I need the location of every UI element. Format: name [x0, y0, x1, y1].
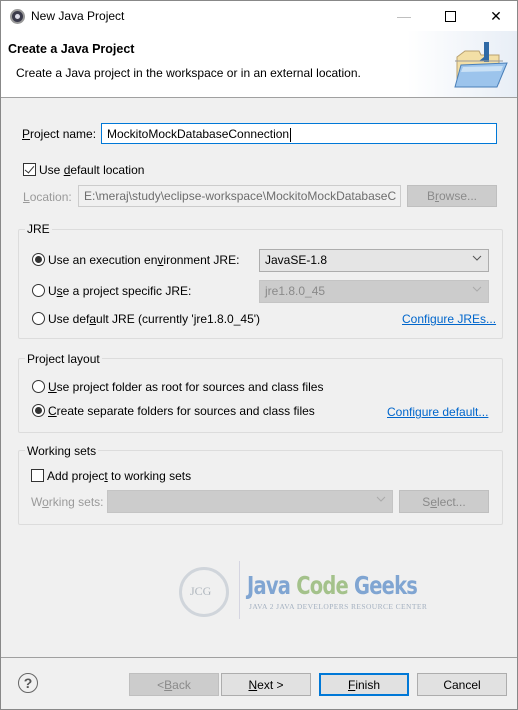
location-input[interactable]: E:\meraj\study\eclipse-workspace\Mockito… — [78, 185, 401, 207]
project-jre-select[interactable]: jre1.8.0_45 — [259, 280, 489, 303]
configure-jres-link[interactable]: Configure JREs... — [402, 312, 496, 326]
help-icon[interactable]: ? — [18, 673, 38, 693]
browse-button[interactable]: Br owse... — [407, 185, 497, 207]
layout-project-root-label[interactable]: Use project folder as root for sources a… — [48, 380, 323, 394]
jre-group-label: JRE — [25, 222, 52, 236]
jcg-initials: JCG — [190, 584, 212, 598]
project-layout-group-label: Project layout — [25, 352, 102, 366]
wizard-header: Create a Java Project Create a Java proj… — [1, 31, 517, 98]
maximize-icon — [444, 10, 456, 22]
eclipse-icon — [10, 9, 25, 24]
minimize-button[interactable]: — — [381, 1, 427, 31]
execution-env-select[interactable]: JavaSE-1.8 — [259, 249, 489, 272]
jre-project-specific-radio[interactable] — [32, 284, 45, 297]
text-caret — [290, 127, 292, 142]
add-to-working-sets-label[interactable]: Add project to working sets — [47, 469, 191, 483]
logo-wordmark: Java Code Geeks — [247, 571, 418, 600]
project-layout-group — [18, 358, 503, 433]
use-default-location-checkbox[interactable] — [23, 163, 36, 176]
working-sets-group — [18, 450, 503, 525]
jre-default-radio[interactable] — [32, 312, 45, 325]
layout-separate-folders-label[interactable]: Create separate folders for sources and … — [48, 404, 315, 418]
working-sets-label: Working sets: — [31, 495, 104, 509]
logo-tagline: JAVA 2 JAVA DEVELOPERS RESOURCE CENTER — [249, 602, 428, 611]
layout-project-root-radio[interactable] — [32, 380, 45, 393]
footer-divider — [1, 657, 517, 658]
location-label: Location: — [23, 190, 72, 204]
java-project-folder-icon — [454, 42, 508, 88]
project-name-label: Project name: — [22, 127, 97, 141]
logo-divider — [239, 561, 240, 619]
title-bar: New Java Project — ✕ — [1, 1, 517, 31]
jre-default-label[interactable]: Use default JRE (currently 'jre1.8.0_45'… — [48, 312, 260, 326]
use-default-location-label[interactable]: Use default location — [39, 163, 144, 177]
cancel-button[interactable]: Cancel — [417, 673, 507, 696]
layout-separate-folders-radio[interactable] — [32, 404, 45, 417]
select-working-sets-button[interactable]: Se lect... — [399, 490, 489, 513]
finish-button[interactable]: Finish — [319, 673, 409, 696]
maximize-button[interactable] — [427, 1, 473, 31]
java-code-geeks-logo: JCG Java Code Geeks JAVA 2 JAVA DEVELOPE… — [173, 557, 427, 623]
chevron-down-icon — [472, 255, 482, 261]
back-button[interactable]: < Back — [129, 673, 219, 696]
wizard-title: Create a Java Project — [8, 42, 135, 56]
working-sets-select[interactable] — [107, 490, 393, 513]
window-title: New Java Project — [31, 9, 125, 23]
jre-execution-env-label[interactable]: Use an execution environment JRE: — [48, 253, 239, 267]
wizard-description: Create a Java project in the workspace o… — [16, 66, 361, 80]
configure-default-link[interactable]: Configure default... — [387, 405, 488, 419]
chevron-down-icon — [472, 286, 482, 292]
project-name-input[interactable]: MockitoMockDatabaseConnection — [101, 123, 497, 144]
working-sets-group-label: Working sets — [25, 444, 99, 458]
next-button[interactable]: Next > — [221, 673, 311, 696]
add-to-working-sets-checkbox[interactable] — [31, 469, 44, 482]
jre-execution-env-radio[interactable] — [32, 253, 45, 266]
jre-project-specific-label[interactable]: Use a project specific JRE: — [48, 284, 191, 298]
chevron-down-icon — [376, 496, 386, 502]
close-button[interactable]: ✕ — [473, 1, 518, 31]
new-java-project-dialog: New Java Project — ✕ Create a Java Proje… — [0, 0, 518, 710]
